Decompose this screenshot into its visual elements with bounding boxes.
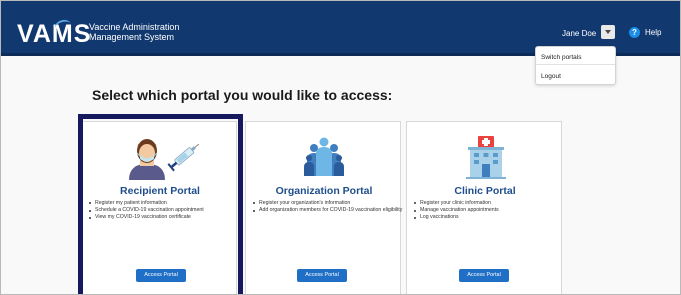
system-name-line2: Management System [89, 31, 175, 42]
user-menu: Switch portals Logout [535, 46, 616, 85]
menu-item-logout[interactable]: Logout [541, 73, 561, 80]
organization-people-icon [301, 134, 347, 185]
menu-item-switch-portals[interactable]: Switch portals [541, 54, 581, 61]
portal-features-list: Register your organization's information… [253, 200, 403, 214]
menu-divider [536, 64, 615, 65]
access-portal-button[interactable]: Access Portal [297, 269, 347, 282]
portal-title: Organization Portal [275, 185, 373, 197]
user-name[interactable]: Jane Doe [562, 29, 596, 38]
portal-features-list: Register your clinic information Manage … [414, 200, 564, 222]
portal-title: Clinic Portal [454, 185, 516, 197]
app-window: VAMS Vaccine Administration Management S… [0, 0, 681, 295]
list-item: Add organization members for COVID-19 va… [253, 207, 403, 214]
user-menu-dropdown-button[interactable] [601, 25, 615, 39]
system-name: Vaccine Administration Management System [89, 22, 179, 42]
list-item: Manage vaccination appointments [414, 207, 564, 214]
selected-portal-highlight [78, 114, 243, 294]
clinic-building-icon [464, 134, 508, 185]
portal-card-organization[interactable]: Organization Portal Register your organi… [245, 121, 403, 294]
help-link[interactable]: Help [645, 28, 661, 37]
list-item: Register your organization's information [253, 200, 403, 207]
chevron-down-icon [605, 30, 611, 34]
access-portal-button[interactable]: Access Portal [459, 269, 509, 282]
page-title: Select which portal you would like to ac… [92, 87, 393, 103]
list-item: Log vaccinations [414, 214, 564, 221]
portal-card-clinic[interactable]: Clinic Portal Register your clinic infor… [406, 121, 564, 294]
help-icon[interactable]: ? [629, 27, 640, 38]
list-item: Register your clinic information [414, 200, 564, 207]
